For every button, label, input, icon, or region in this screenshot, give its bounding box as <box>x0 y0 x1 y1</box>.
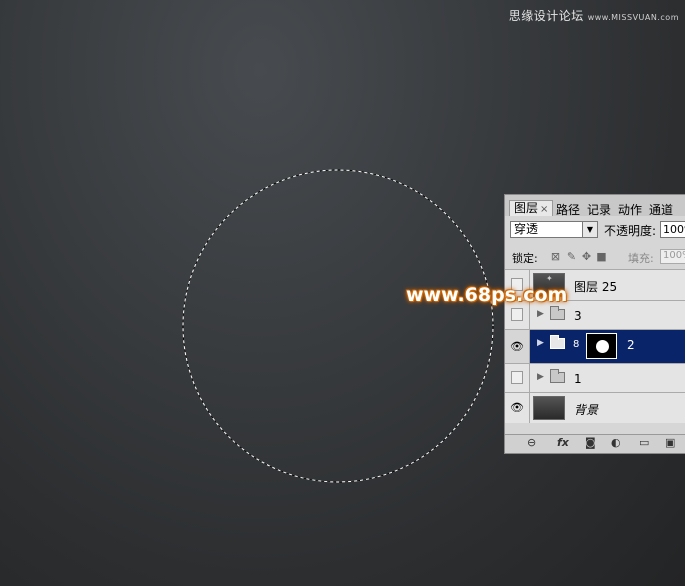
new-group-icon[interactable]: ▭ <box>639 437 649 449</box>
selection-marquee-dark <box>182 169 494 483</box>
folder-icon <box>550 306 565 320</box>
link-icon[interactable]: ⊖ <box>527 437 536 449</box>
layer-row-group-2[interactable]: 👁 ▶ 8 2 <box>505 329 685 363</box>
eye-icon: 👁 <box>510 339 524 353</box>
layers-panel: 图层× 路径 记录 动作 通道 穿透 ▼ 不透明度: 100% 锁定: ⊠ ✎ … <box>504 194 685 454</box>
adjustment-icon[interactable]: ◐ <box>611 437 621 449</box>
lock-label: 锁定: <box>512 252 538 265</box>
expand-arrow-icon[interactable]: ▶ <box>537 309 544 319</box>
panel-tab-bar: 图层 × 路径 记录 动作 通道 <box>505 195 685 218</box>
blend-row: 穿透 ▼ 不透明度: 100% <box>510 221 685 241</box>
lock-paint-icon[interactable]: ✎ <box>566 251 577 262</box>
dropdown-arrow-icon[interactable]: ▼ <box>582 222 597 237</box>
new-layer-icon[interactable]: ▣ <box>665 437 675 449</box>
watermark-center: www.68ps.com <box>406 284 568 306</box>
folder-icon <box>550 335 565 349</box>
layer-row-group-1[interactable]: ▶ 1 <box>505 363 685 392</box>
opacity-label: 不透明度: <box>604 224 657 238</box>
opacity-input[interactable]: 100% <box>660 221 685 238</box>
fill-input[interactable]: 100% <box>660 249 685 264</box>
blend-mode-select[interactable]: 穿透 ▼ <box>510 221 598 238</box>
tab-layers[interactable]: 图层 × <box>509 200 554 216</box>
selection-marquee-light <box>182 169 494 483</box>
panel-bottom-toolbar: ⊖ fx ◙ ◐ ▭ ▣ <box>505 434 685 453</box>
expand-arrow-icon[interactable]: ▶ <box>537 372 544 382</box>
visibility-toggle[interactable]: 👁 <box>505 393 530 423</box>
layer-name: 2 <box>627 338 635 352</box>
lock-move-icon[interactable]: ✥ <box>581 251 592 262</box>
layer-thumbnail <box>533 396 565 420</box>
tab-history[interactable]: 记录 <box>587 201 611 218</box>
fill-label: 填充: <box>628 252 654 265</box>
tab-paths[interactable]: 路径 <box>556 201 580 218</box>
folder-icon <box>550 369 565 383</box>
tab-actions[interactable]: 动作 <box>618 201 642 218</box>
lock-row: 锁定: ⊠ ✎ ✥ ■ 填充: 100% <box>510 249 685 266</box>
blend-mode-value: 穿透 <box>514 222 539 236</box>
layer-name: 1 <box>574 372 582 386</box>
layer-name: 3 <box>574 309 582 323</box>
chain-link-icon[interactable]: 8 <box>573 339 579 350</box>
mask-thumbnail[interactable] <box>586 333 617 359</box>
tab-channels[interactable]: 通道 <box>649 201 673 218</box>
layer-name: 图层 25 <box>574 280 618 294</box>
visibility-toggle[interactable]: 👁 <box>505 330 530 363</box>
visibility-empty-box <box>511 308 523 321</box>
visibility-toggle[interactable] <box>505 364 530 392</box>
lock-all-icon[interactable]: ■ <box>596 251 607 262</box>
tab-close-icon[interactable]: × <box>540 204 548 215</box>
expand-arrow-icon[interactable]: ▶ <box>537 338 544 348</box>
layer-name: 背景 <box>574 403 599 417</box>
eye-icon: 👁 <box>510 401 524 414</box>
visibility-empty-box <box>511 371 523 384</box>
layer-row-background[interactable]: 👁 背景 <box>505 392 685 423</box>
tab-layers-label: 图层 <box>514 201 539 215</box>
mask-icon[interactable]: ◙ <box>585 437 596 449</box>
fx-icon[interactable]: fx <box>557 437 569 449</box>
lock-transparent-icon[interactable]: ⊠ <box>550 251 561 262</box>
